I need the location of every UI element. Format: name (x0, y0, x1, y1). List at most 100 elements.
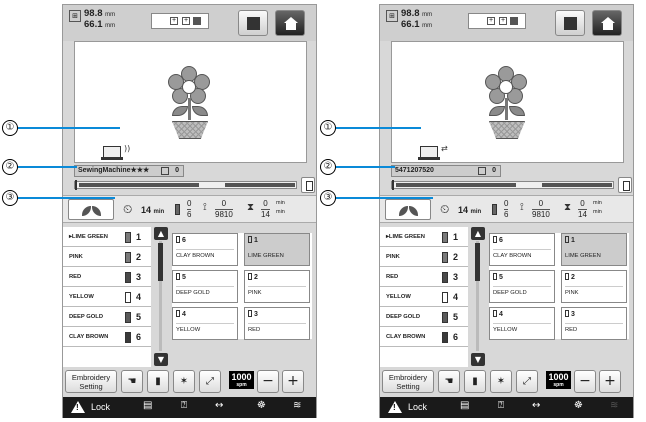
thread-order-number: 5 (453, 312, 459, 322)
callout-leader-line (336, 197, 433, 199)
scroll-up-button[interactable]: ▲ (471, 227, 485, 240)
color-sort-grid: 6 CLAY BROWN 1 LIME GREEN 5 DEEP GOLD 2 … (172, 233, 312, 340)
needle-setting-button[interactable]: ⤢ (199, 370, 221, 393)
frame-icon: + (499, 17, 507, 25)
callout-number: ③ (2, 190, 18, 206)
color-sort-cell[interactable]: 3 RED (561, 307, 627, 340)
thread-list-scrollbar[interactable]: ▲ ▼ (154, 227, 168, 367)
needle-setting-button[interactable]: ⤢ (516, 370, 538, 393)
stitch-progress-slider[interactable] (391, 180, 614, 190)
settings-icon[interactable]: ☸ (574, 400, 583, 411)
stitch-progress-slider[interactable] (74, 180, 297, 190)
thread-list-item[interactable]: DEEP GOLD 5 (63, 307, 151, 327)
settings-icon[interactable]: ☸ (257, 400, 266, 411)
color-sort-cell[interactable]: 2 PINK (244, 270, 310, 303)
color-sort-cell[interactable]: 1 LIME GREEN (561, 233, 627, 266)
color-progress: 06 (504, 199, 509, 219)
scroll-up-button[interactable]: ▲ (154, 227, 168, 240)
color-sort-cell[interactable]: 3 RED (244, 307, 310, 340)
hand-icon-button[interactable]: ☚ (121, 370, 143, 393)
lock-button[interactable]: Lock (408, 402, 427, 412)
home-button[interactable] (275, 10, 305, 36)
thread-view-button[interactable] (68, 199, 114, 220)
thread-list-item[interactable]: CLAY BROWN 6 (380, 327, 468, 347)
spool-icon (492, 204, 497, 215)
thread-list-item[interactable]: DEEP GOLD 5 (380, 307, 468, 327)
scroll-down-button[interactable]: ▼ (471, 353, 485, 366)
spool-icon (565, 310, 569, 317)
color-sort-cell[interactable]: 4 YELLOW (172, 307, 238, 340)
thread-color-name: DEEP GOLD (386, 314, 421, 320)
thread-list-item[interactable]: PINK 2 (380, 247, 468, 267)
thread-view-button[interactable] (385, 199, 431, 220)
stitch-counter: 0 (175, 167, 179, 174)
help-icon[interactable]: ⍰ (498, 400, 504, 411)
thread-list-item[interactable]: ▸LIME GREEN 1 (380, 227, 468, 247)
trash-button[interactable] (301, 177, 315, 193)
preview-button[interactable] (238, 10, 268, 36)
thread-color-list: ▸LIME GREEN 1 PINK 2 RED 3 YELLOW 4 DEEP… (380, 227, 468, 367)
color-sort-button[interactable]: ▮ (464, 370, 486, 393)
color-sort-cell[interactable]: 4 YELLOW (489, 307, 555, 340)
stitch-counter-icon (478, 167, 486, 175)
thread-list-item[interactable]: ▸LIME GREEN 1 (63, 227, 151, 247)
help-icon[interactable]: ⍰ (181, 400, 187, 411)
embroidery-preview-canvas: ⇄ (391, 41, 624, 163)
speed-minus-button[interactable]: − (574, 370, 596, 393)
spool-icon (176, 236, 180, 243)
document-icon[interactable]: ▤ (143, 400, 152, 411)
thread-order-number: 4 (453, 292, 459, 302)
color-cell-number: 1 (248, 236, 258, 244)
uninterrupted-button[interactable]: ✶ (173, 370, 195, 393)
embroidery-setting-button[interactable]: Embroidery Setting (65, 370, 117, 393)
speed-plus-button[interactable]: + (599, 370, 621, 393)
presser-foot-icon[interactable]: ↔ (215, 400, 223, 411)
speed-minus-button[interactable]: − (257, 370, 279, 393)
warning-icon (71, 401, 85, 413)
wifi-icon[interactable]: ≋ (610, 400, 618, 411)
thread-order-number: 6 (453, 332, 459, 342)
spool-icon (493, 310, 497, 317)
hand-icon-button[interactable]: ☚ (438, 370, 460, 393)
scroll-down-button[interactable]: ▼ (154, 353, 168, 366)
callout-leader-line (18, 197, 115, 199)
speed-plus-button[interactable]: + (282, 370, 304, 393)
color-sort-button[interactable]: ▮ (147, 370, 169, 393)
home-button[interactable] (592, 10, 622, 36)
color-cell-number: 3 (565, 310, 575, 318)
total-time: 14 min (141, 205, 165, 215)
warning-icon (388, 401, 402, 413)
preview-button[interactable] (555, 10, 585, 36)
bottom-toolbar: Embroidery Setting ☚ ▮ ✶ ⤢ 1000 spm − + (63, 369, 316, 395)
wifi-icon[interactable]: ≋ (293, 400, 301, 411)
embroidery-screen: ⊞ 98.8 mm 66.1 mm + + (379, 4, 634, 418)
color-sort-cell[interactable]: 5 DEEP GOLD (489, 270, 555, 303)
color-sort-cell[interactable]: 2 PINK (561, 270, 627, 303)
scroll-thumb[interactable] (475, 243, 480, 281)
thread-order-number: 3 (136, 272, 142, 282)
lock-button[interactable]: Lock (91, 402, 110, 412)
trash-button[interactable] (618, 177, 632, 193)
color-sort-cell[interactable]: 6 CLAY BROWN (489, 233, 555, 266)
color-sort-cell[interactable]: 1 LIME GREEN (244, 233, 310, 266)
thread-list-item[interactable]: RED 3 (63, 267, 151, 287)
thread-list-item[interactable]: RED 3 (380, 267, 468, 287)
color-cell-number: 5 (176, 273, 186, 281)
flower-pattern (160, 66, 220, 161)
pattern-size-icon: ⊞ (69, 10, 81, 22)
scroll-thumb[interactable] (158, 243, 163, 281)
color-sort-cell[interactable]: 5 DEEP GOLD (172, 270, 238, 303)
document-icon[interactable]: ▤ (460, 400, 469, 411)
presser-foot-icon[interactable]: ↔ (532, 400, 540, 411)
thread-list-scrollbar[interactable]: ▲ ▼ (471, 227, 485, 367)
thread-list-item[interactable]: YELLOW 4 (380, 287, 468, 307)
thread-list-item[interactable]: YELLOW 4 (63, 287, 151, 307)
thread-list-item[interactable]: CLAY BROWN 6 (63, 327, 151, 347)
callout-number: ① (2, 120, 18, 136)
thread-list-item[interactable]: PINK 2 (63, 247, 151, 267)
embroidery-setting-button[interactable]: Embroidery Setting (382, 370, 434, 393)
color-cell-name: PINK (565, 286, 623, 296)
uninterrupted-button[interactable]: ✶ (490, 370, 512, 393)
color-sort-cell[interactable]: 6 CLAY BROWN (172, 233, 238, 266)
thread-order-number: 3 (453, 272, 459, 282)
